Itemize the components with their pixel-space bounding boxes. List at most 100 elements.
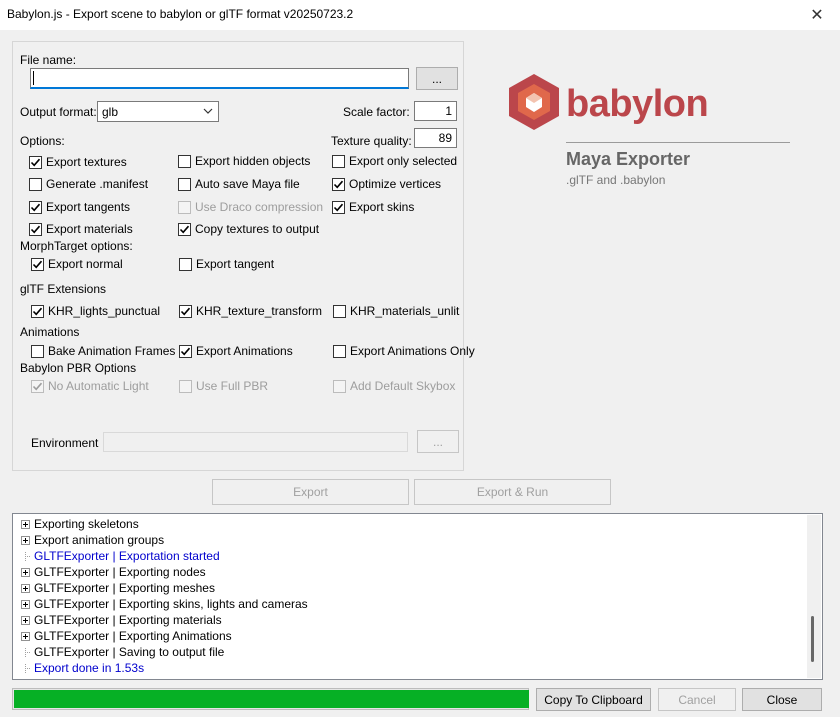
log-line[interactable]: GLTFExporter | Exporting nodes <box>21 565 206 579</box>
log-line-text: Export done in 1.53s <box>34 661 145 675</box>
use-full-pbr-checkbox[interactable]: Use Full PBR <box>179 379 268 393</box>
log-line-text: GLTFExporter | Exporting meshes <box>34 581 215 595</box>
checkbox-box <box>332 200 345 214</box>
log-scrollbar[interactable] <box>807 515 821 678</box>
use-draco-compression-checkbox[interactable]: Use Draco compression <box>178 200 323 214</box>
expand-plus-icon[interactable] <box>21 519 30 529</box>
browse-environment-button[interactable]: ... <box>417 430 459 453</box>
checkbox-box <box>179 379 192 393</box>
khr-lights-punctual-checkbox[interactable]: KHR_lights_punctual <box>31 304 160 318</box>
bake-animation-frames-checkbox[interactable]: Bake Animation Frames <box>31 344 175 358</box>
checkbox-label: No Automatic Light <box>48 379 149 393</box>
checkbox-label: Export textures <box>46 155 127 169</box>
scale-factor-input[interactable]: 1 <box>414 101 457 121</box>
log-line[interactable]: GLTFExporter | Exportation started <box>21 549 220 563</box>
checkbox-box <box>179 257 192 271</box>
checkmark-icon <box>32 260 43 268</box>
export-tangent-checkbox[interactable]: Export tangent <box>179 257 274 271</box>
export-hidden-objects-checkbox[interactable]: Export hidden objects <box>178 154 310 168</box>
babylon-wordmark: babylon <box>566 83 709 125</box>
browse-file-button[interactable]: ... <box>416 67 458 90</box>
checkbox-box <box>29 200 42 214</box>
logo-divider <box>566 142 790 143</box>
generate-manifest-checkbox[interactable]: Generate .manifest <box>29 177 148 191</box>
window-close-button[interactable]: ✕ <box>794 0 840 30</box>
export-normal-checkbox[interactable]: Export normal <box>31 257 123 271</box>
expand-plus-icon[interactable] <box>21 583 30 593</box>
export-tangents-checkbox[interactable]: Export tangents <box>29 200 130 214</box>
checkbox-box <box>29 177 42 191</box>
export-materials-checkbox[interactable]: Export materials <box>29 222 133 236</box>
expand-plus-icon[interactable] <box>21 599 30 609</box>
add-default-skybox-checkbox[interactable]: Add Default Skybox <box>333 379 455 393</box>
log-line[interactable]: Exporting skeletons <box>21 517 139 531</box>
log-line[interactable]: GLTFExporter | Exporting Animations <box>21 629 232 643</box>
checkmark-icon <box>30 203 41 211</box>
checkbox-box <box>333 344 346 358</box>
expand-plus-icon[interactable] <box>21 535 30 545</box>
log-line[interactable]: GLTFExporter | Exporting materials <box>21 613 222 627</box>
log-line-text: Export animation groups <box>34 533 165 547</box>
no-automatic-light-checkbox[interactable]: No Automatic Light <box>31 379 149 393</box>
morph-target-label: MorphTarget options: <box>20 239 133 253</box>
checkbox-label: Export Animations <box>196 344 293 358</box>
file-name-label: File name: <box>20 53 77 67</box>
output-format-select[interactable]: glb <box>97 101 219 122</box>
log-line[interactable]: GLTFExporter | Exporting skins, lights a… <box>21 597 308 611</box>
animations-label: Animations <box>20 325 80 339</box>
export-animations-checkbox[interactable]: Export Animations <box>179 344 293 358</box>
checkbox-label: Export Animations Only <box>350 344 475 358</box>
export-progress-bar <box>12 688 529 710</box>
expand-plus-icon[interactable] <box>21 631 30 641</box>
expand-plus-icon[interactable] <box>21 567 30 577</box>
export-skins-checkbox[interactable]: Export skins <box>332 200 414 214</box>
options-label: Options: <box>20 134 65 148</box>
checkbox-box <box>178 154 191 168</box>
gltf-extensions-label: glTF Extensions <box>20 282 107 296</box>
log-line-text: GLTFExporter | Saving to output file <box>34 645 225 659</box>
progress-fill <box>14 690 529 708</box>
copy-to-clipboard-button[interactable]: Copy To Clipboard <box>536 688 651 711</box>
expand-plus-icon[interactable] <box>21 615 30 625</box>
log-line[interactable]: GLTFExporter | Exporting meshes <box>21 581 215 595</box>
checkmark-icon <box>32 307 43 315</box>
checkbox-box <box>332 154 345 168</box>
khr-texture-transform-checkbox[interactable]: KHR_texture_transform <box>179 304 322 318</box>
checkmark-icon <box>333 203 344 211</box>
export-textures-checkbox[interactable]: Export textures <box>29 155 127 169</box>
tree-connector-icon <box>21 647 30 657</box>
checkbox-box <box>178 200 191 214</box>
auto-save-maya-file-checkbox[interactable]: Auto save Maya file <box>178 177 300 191</box>
export-only-selected-checkbox[interactable]: Export only selected <box>332 154 457 168</box>
file-name-input[interactable] <box>30 68 409 89</box>
export-button[interactable]: Export <box>212 479 409 505</box>
close-button[interactable]: Close <box>742 688 822 711</box>
log-line[interactable]: GLTFExporter | Saving to output file <box>21 645 224 659</box>
checkbox-label: Copy textures to output <box>195 222 320 236</box>
tree-connector-icon <box>21 663 30 673</box>
scale-factor-label: Scale factor: <box>343 105 410 119</box>
export-and-run-button[interactable]: Export & Run <box>414 479 611 505</box>
texture-quality-label: Texture quality: <box>331 134 412 148</box>
optimize-vertices-checkbox[interactable]: Optimize vertices <box>332 177 441 191</box>
cancel-button[interactable]: Cancel <box>658 688 736 711</box>
checkbox-box <box>179 304 192 318</box>
checkbox-label: Generate .manifest <box>46 177 149 191</box>
text-caret <box>33 71 34 85</box>
checkbox-label: Export materials <box>46 222 133 236</box>
log-line[interactable]: Export animation groups <box>21 533 164 547</box>
checkbox-label: KHR_texture_transform <box>196 304 323 318</box>
scrollbar-thumb[interactable] <box>811 616 814 662</box>
checkbox-label: Auto save Maya file <box>195 177 300 191</box>
environment-input[interactable] <box>103 432 408 452</box>
copy-textures-to-output-checkbox[interactable]: Copy textures to output <box>178 222 319 236</box>
checkbox-label: KHR_materials_unlit <box>350 304 460 318</box>
export-animations-only-checkbox[interactable]: Export Animations Only <box>333 344 475 358</box>
khr-materials-unlit-checkbox[interactable]: KHR_materials_unlit <box>333 304 459 318</box>
texture-quality-input[interactable]: 89 <box>414 128 457 148</box>
checkbox-box <box>333 304 346 318</box>
log-line[interactable]: Export done in 1.53s <box>21 661 144 675</box>
export-log-tree[interactable]: Exporting skeletons Export animation grou… <box>12 513 823 680</box>
output-format-value: glb <box>102 104 119 119</box>
product-subtitle: .glTF and .babylon <box>566 173 666 187</box>
